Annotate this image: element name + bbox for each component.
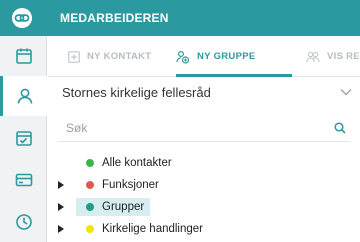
tree-node-church-acts[interactable]: Kirkelige handlinger: [76, 220, 209, 238]
organization-label: Stornes kirkelige fellesråd: [62, 85, 211, 100]
sidebar-item-card[interactable]: [0, 160, 47, 200]
expand-arrow-icon[interactable]: [58, 181, 64, 189]
status-dot: [86, 159, 94, 167]
status-dot: [86, 181, 94, 189]
organization-selector[interactable]: Stornes kirkelige fellesråd: [48, 78, 360, 106]
expand-arrow-icon[interactable]: [58, 203, 64, 211]
clock-icon: [15, 214, 32, 230]
chevron-down-icon[interactable]: [340, 88, 352, 96]
plus-icon: [68, 50, 80, 63]
tree-node-functions[interactable]: Funksjoner: [76, 176, 165, 194]
main-panel: NY KONTAKT NY GRUPPE VIS RE Stornes kirk…: [48, 36, 360, 242]
status-dot: [86, 225, 94, 233]
tab-view-label: VIS RE: [327, 51, 360, 62]
sidebar-item-time[interactable]: [0, 202, 47, 242]
person-icon: [17, 88, 33, 104]
sidebar-item-contacts[interactable]: [0, 76, 47, 116]
tree-row-all-contacts: Alle kontakter: [48, 152, 360, 174]
search-box: [58, 114, 350, 142]
card-icon: [15, 173, 32, 187]
tree-node-label: Funksjoner: [102, 179, 159, 191]
search-input[interactable]: [66, 118, 306, 138]
status-dot: [86, 203, 94, 211]
group-icon: [306, 51, 320, 62]
calendar-check-icon: [15, 131, 32, 146]
tab-new-contact-label: NY KONTAKT: [87, 51, 152, 62]
tab-new-contact[interactable]: NY KONTAKT: [68, 36, 151, 77]
tree-node-label: Alle kontakter: [102, 157, 172, 169]
expand-arrow-icon[interactable]: [58, 225, 64, 233]
tree-row-functions: Funksjoner: [48, 174, 360, 196]
add-group-icon: [176, 50, 190, 64]
tree-row-church-acts: Kirkelige handlinger: [48, 218, 360, 240]
calendar-icon: [15, 48, 32, 64]
tree-node-label: Grupper: [102, 201, 145, 213]
sidebar-item-calendar[interactable]: [0, 36, 47, 76]
sidebar: [0, 36, 47, 242]
sidebar-item-schedule[interactable]: [0, 118, 47, 158]
tree-node-groups[interactable]: Grupper: [76, 198, 151, 216]
tab-bar: NY KONTAKT NY GRUPPE VIS RE: [48, 36, 360, 77]
top-bar: MEDARBEIDEREN: [0, 0, 360, 36]
tree-row-groups: Grupper: [48, 196, 360, 218]
tab-view[interactable]: VIS RE: [306, 36, 360, 77]
tree-node-label: Kirkelige handlinger: [102, 223, 204, 235]
chain-link-icon[interactable]: [12, 8, 32, 28]
tab-new-group-label: NY GRUPPE: [197, 51, 256, 62]
tree-node-all-contacts[interactable]: Alle kontakter: [76, 154, 178, 172]
active-tab-indicator: [176, 74, 292, 77]
search-icon[interactable]: [334, 122, 346, 134]
tab-new-group[interactable]: NY GRUPPE: [176, 36, 256, 77]
app-title: MEDARBEIDEREN: [60, 11, 169, 25]
